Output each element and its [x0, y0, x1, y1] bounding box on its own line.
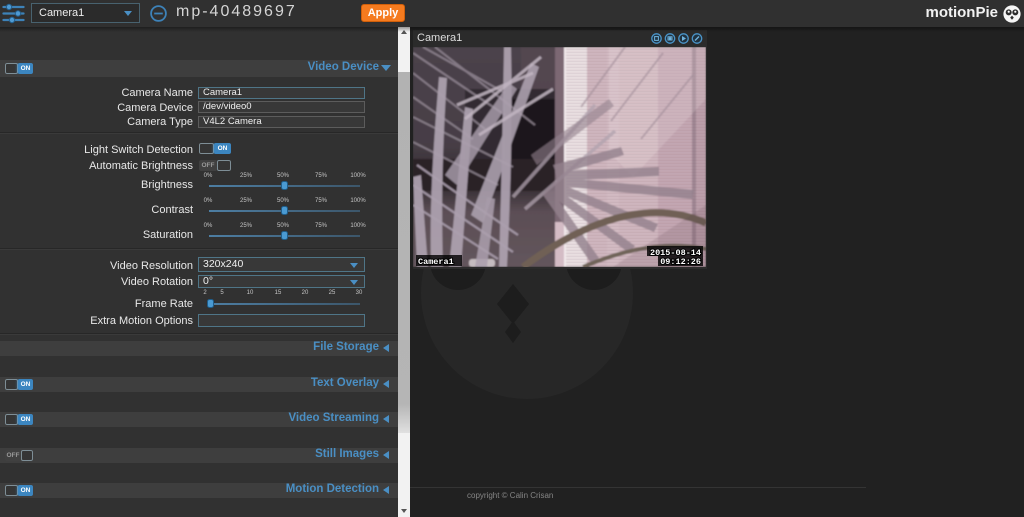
svg-text:09:12:26: 09:12:26: [660, 257, 701, 267]
svg-text:Camera1: Camera1: [418, 257, 454, 267]
